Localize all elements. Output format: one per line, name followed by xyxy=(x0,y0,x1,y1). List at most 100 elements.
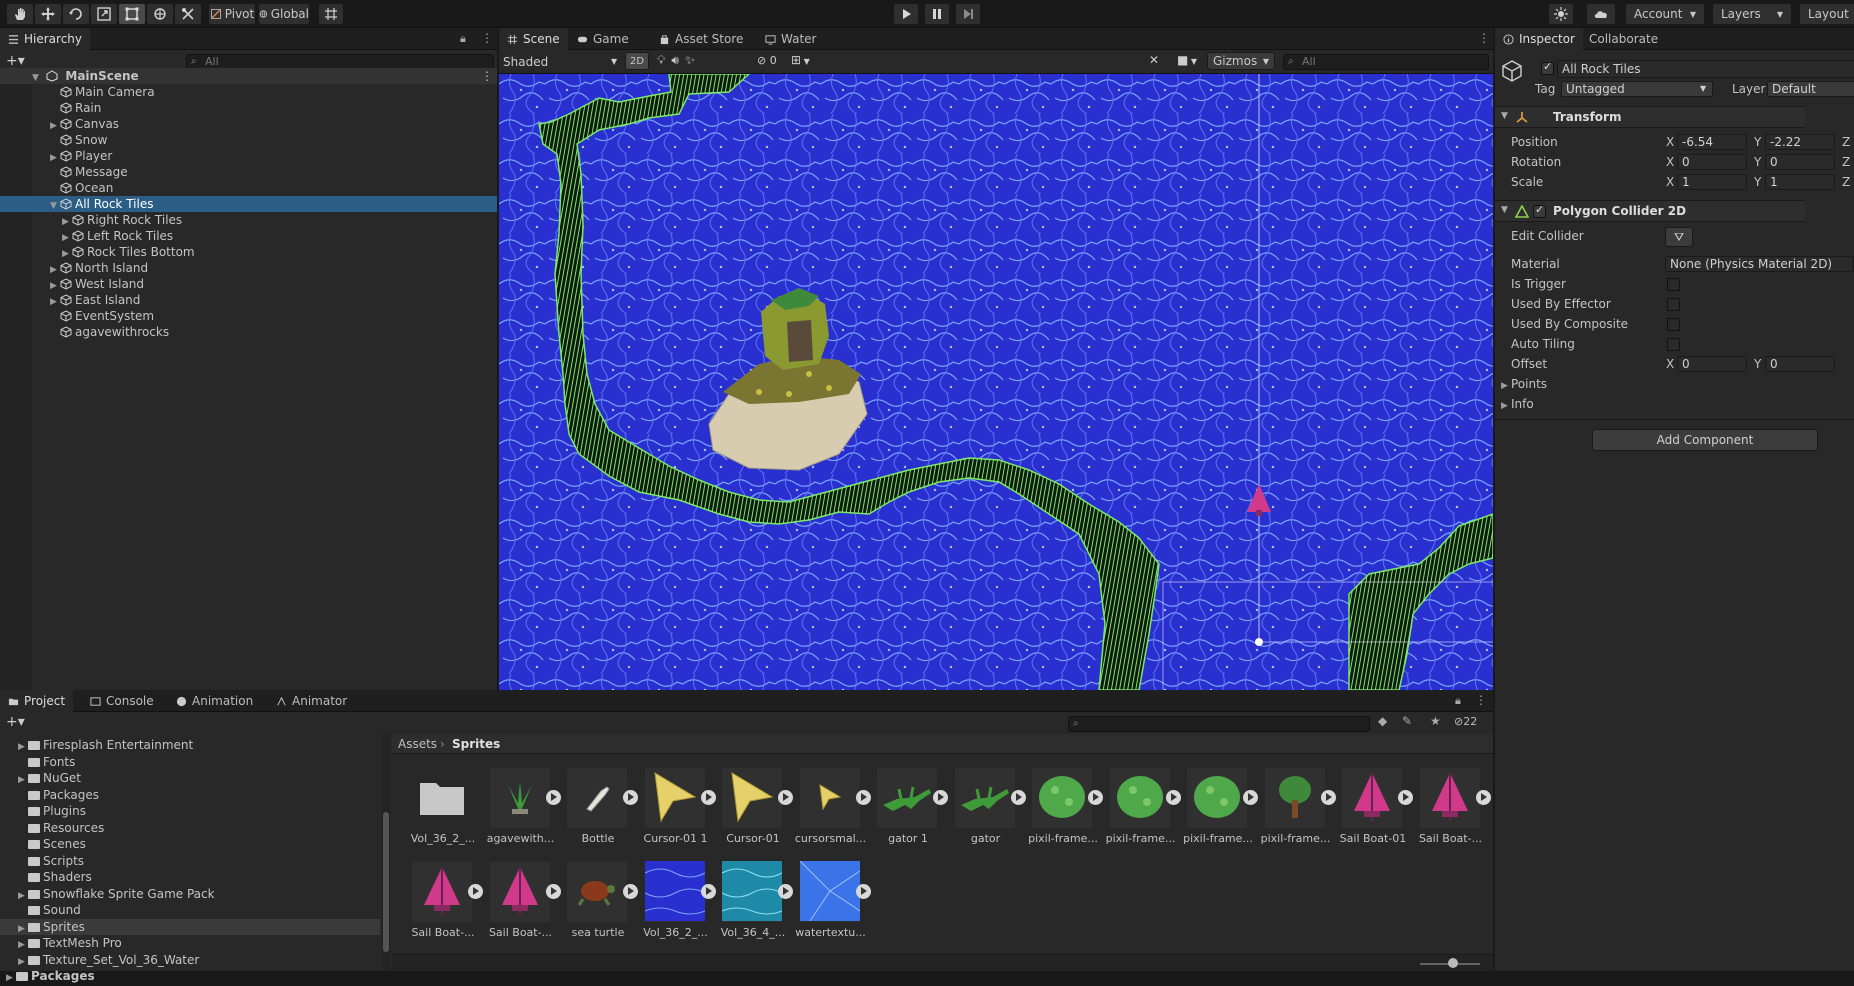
position-x-field[interactable]: -6.54 xyxy=(1677,134,1747,150)
folder-item[interactable]: ▶ TextMesh Pro xyxy=(0,935,380,951)
filter-by-type-icon[interactable]: ◆ xyxy=(1378,714,1387,728)
is-trigger-checkbox[interactable] xyxy=(1667,278,1680,291)
folder-item[interactable]: ▶ Texture_Set_Vol_36_Water xyxy=(0,952,380,968)
transform-tool-button[interactable] xyxy=(146,3,174,25)
asset-item[interactable]: Vol_36_2_... xyxy=(410,768,476,850)
expand-sprite-icon[interactable] xyxy=(700,790,716,805)
hierarchy-item[interactable]: ▶ Rock Tiles Bottom xyxy=(0,244,497,260)
rotate-tool-button[interactable] xyxy=(62,3,90,25)
folder-item[interactable]: Resources xyxy=(0,820,380,836)
tab-game[interactable]: Game xyxy=(569,28,637,50)
hierarchy-item[interactable]: ▶ Player xyxy=(0,148,497,164)
expand-sprite-icon[interactable] xyxy=(545,884,561,899)
expand-sprite-icon[interactable] xyxy=(700,884,716,899)
rotation-y-field[interactable]: 0 xyxy=(1765,154,1835,170)
expand-sprite-icon[interactable] xyxy=(1088,790,1103,805)
collider-enabled-checkbox[interactable]: ✓ xyxy=(1533,203,1546,218)
expand-sprite-icon[interactable] xyxy=(1165,790,1181,805)
asset-item[interactable]: Sail Boat-... xyxy=(410,862,483,944)
play-button[interactable] xyxy=(893,3,919,25)
hierarchy-item[interactable]: Ocean xyxy=(0,180,497,196)
points-foldout[interactable]: ▶ Points xyxy=(1501,377,1547,391)
asset-item[interactable]: Cursor-01 1 xyxy=(643,768,716,850)
favorite-star-icon[interactable]: ★ xyxy=(1430,714,1441,728)
tab-scene[interactable]: Scene xyxy=(499,28,568,50)
2d-toggle[interactable]: 2D xyxy=(625,52,649,70)
asset-item[interactable]: Sail Boat-... xyxy=(488,862,561,944)
audio-icon[interactable]: 🔊︎ xyxy=(671,53,685,67)
move-tool-button[interactable] xyxy=(34,3,62,25)
hierarchy-item[interactable]: EventSystem xyxy=(0,308,497,324)
folder-item[interactable]: Fonts xyxy=(0,754,380,770)
hierarchy-item[interactable]: ▶ Left Rock Tiles xyxy=(0,228,497,244)
shading-mode-dropdown[interactable]: Shaded ▼ xyxy=(503,53,621,71)
filter-by-label-icon[interactable]: ✎ xyxy=(1402,714,1412,728)
tab-animator[interactable]: Animator xyxy=(268,690,355,712)
expand-sprite-icon[interactable] xyxy=(1320,790,1336,805)
folder-item[interactable]: ▶ Snowflake Sprite Game Pack xyxy=(0,886,380,902)
fold-closed-icon[interactable]: ▶ xyxy=(6,970,16,986)
asset-item[interactable]: pixil-frame... xyxy=(1028,768,1103,850)
asset-item[interactable]: Bottle xyxy=(565,768,638,850)
folder-item[interactable]: Scripts xyxy=(0,853,380,869)
layer-dropdown[interactable]: Default xyxy=(1767,81,1854,97)
hierarchy-item[interactable]: agavewithrocks xyxy=(0,324,497,340)
create-asset-button[interactable]: +▾ xyxy=(6,712,25,732)
scene-menu-icon[interactable]: ⋮ xyxy=(481,68,493,84)
step-button[interactable] xyxy=(955,3,981,25)
position-y-field[interactable]: -2.22 xyxy=(1765,134,1835,150)
expand-sprite-icon[interactable] xyxy=(1398,790,1413,805)
folder-item[interactable]: Scenes xyxy=(0,836,380,852)
expand-sprite-icon[interactable] xyxy=(623,790,638,805)
grid-toggle[interactable]: ⊞ ▼ xyxy=(791,53,810,67)
kebab-menu-icon[interactable]: ⋮ xyxy=(481,31,493,45)
layers-dropdown[interactable]: Layers ▼ xyxy=(1712,3,1792,25)
expand-sprite-icon[interactable] xyxy=(468,884,483,899)
pivot-handle[interactable] xyxy=(1255,638,1263,646)
offset-y-field[interactable]: 0 xyxy=(1765,356,1835,372)
asset-item[interactable]: pixil-frame... xyxy=(1183,768,1258,850)
hierarchy-item[interactable]: ▶ Right Rock Tiles xyxy=(0,212,497,228)
hierarchy-item[interactable]: ▼ All Rock Tiles xyxy=(0,196,497,212)
scale-tool-button[interactable] xyxy=(90,3,118,25)
asset-item[interactable]: Vol_36_4_... xyxy=(720,860,793,944)
scale-y-field[interactable]: 1 xyxy=(1765,174,1835,190)
hierarchy-item[interactable]: ▶ North Island xyxy=(0,260,497,276)
tab-collaborate[interactable]: Collaborate xyxy=(1581,28,1666,50)
hand-tool-button[interactable] xyxy=(6,3,34,25)
hierarchy-item[interactable]: Main Camera xyxy=(0,84,497,100)
folder-tree-scrollbar[interactable] xyxy=(382,734,390,971)
gizmos-dropdown[interactable]: Gizmos ▼ xyxy=(1207,52,1275,70)
expand-sprite-icon[interactable] xyxy=(623,884,638,899)
expand-sprite-icon[interactable] xyxy=(1010,790,1026,805)
scene-view-options[interactable]: 💡︎🔊︎✨︎ xyxy=(657,53,701,68)
tab-project[interactable]: Project xyxy=(0,690,74,712)
pause-button[interactable] xyxy=(924,3,950,25)
asset-item[interactable]: pixil-frame... xyxy=(1106,768,1181,850)
hierarchy-item[interactable]: ▶ West Island xyxy=(0,276,497,292)
project-search-input[interactable]: ⌕ xyxy=(1068,716,1370,732)
scene-row[interactable]: ▼ MainScene ⋮ xyxy=(0,68,497,84)
tab-animation[interactable]: Animation xyxy=(168,690,261,712)
asset-item[interactable]: cursorsmal... xyxy=(795,768,871,850)
tab-water[interactable]: Water xyxy=(757,28,824,50)
rotation-x-field[interactable]: 0 xyxy=(1677,154,1747,170)
breadcrumb-sprites[interactable]: Sprites xyxy=(452,737,500,751)
asset-item[interactable]: Sail Boat-... xyxy=(1418,768,1491,850)
polygon-collider-header[interactable]: ▼ ✓ Polygon Collider 2D xyxy=(1495,200,1805,222)
scale-x-field[interactable]: 1 xyxy=(1677,174,1747,190)
scene-search-input[interactable]: ⌕ All xyxy=(1283,54,1489,70)
breadcrumb-assets[interactable]: Assets xyxy=(398,737,437,751)
used-by-effector-checkbox[interactable] xyxy=(1667,298,1680,311)
asset-item[interactable]: watertextu... xyxy=(795,860,871,944)
folder-item[interactable]: Packages xyxy=(0,787,380,803)
asset-item[interactable]: gator 1 xyxy=(875,768,948,850)
asset-item[interactable]: sea turtle xyxy=(565,862,638,944)
kebab-menu-icon[interactable]: ⋮ xyxy=(1475,693,1487,707)
zoom-slider-handle[interactable] xyxy=(1448,958,1458,968)
hierarchy-item[interactable]: ▶ Canvas xyxy=(0,116,497,132)
folder-item[interactable]: ▶ Firesplash Entertainment xyxy=(0,737,380,753)
snap-grid-button[interactable] xyxy=(318,3,344,25)
hierarchy-item[interactable]: Message xyxy=(0,164,497,180)
asset-item[interactable]: gator xyxy=(953,768,1026,850)
